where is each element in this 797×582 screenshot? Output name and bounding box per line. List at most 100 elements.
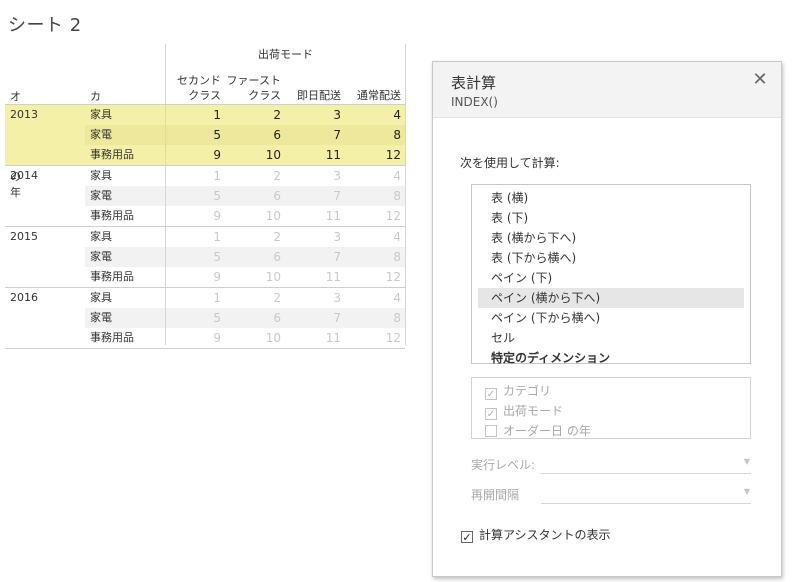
year-block: 2016 家具 1 2 3 4 家電 5 6 7 8 事務用品 9 10 11 12 — [5, 287, 405, 349]
table-cell[interactable]: 11 — [285, 206, 345, 226]
compute-option[interactable]: 表 (横から下へ) — [478, 228, 744, 248]
table-cell[interactable]: 5 — [166, 186, 225, 206]
table-right-border — [405, 44, 406, 345]
table-cell[interactable]: 6 — [225, 247, 285, 267]
category-label[interactable]: 家具 — [85, 105, 165, 125]
table-cell[interactable]: 2 — [225, 105, 285, 125]
compute-option[interactable]: ペイン (下) — [478, 268, 744, 288]
compute-option[interactable]: セル — [478, 328, 744, 348]
dimension-item[interactable]: オーダー日 の年 — [472, 421, 750, 441]
category-label[interactable]: 事務用品 — [85, 267, 165, 287]
table-cell[interactable]: 2 — [225, 227, 285, 247]
table-cell[interactable]: 7 — [285, 125, 345, 145]
table-cell[interactable]: 11 — [285, 328, 345, 348]
table-cell[interactable]: 5 — [166, 308, 225, 328]
table-cell[interactable]: 4 — [345, 288, 405, 308]
compute-option[interactable]: 特定のディメンション — [478, 348, 744, 368]
checkbox-unchecked-icon[interactable] — [485, 425, 497, 437]
table-cell[interactable]: 7 — [285, 186, 345, 206]
table-cell[interactable]: 6 — [225, 308, 285, 328]
table-cell[interactable]: 3 — [285, 166, 345, 186]
table-row: 事務用品 9 10 11 12 — [5, 267, 405, 287]
level-dropdown[interactable]: ▼ — [541, 454, 751, 474]
table-cell[interactable]: 10 — [225, 206, 285, 226]
table-cell[interactable]: 10 — [225, 145, 285, 165]
table-cell[interactable]: 3 — [285, 227, 345, 247]
table-cell[interactable]: 12 — [345, 206, 405, 226]
table-cell[interactable]: 4 — [345, 227, 405, 247]
category-label[interactable]: 事務用品 — [85, 328, 165, 348]
table-cell[interactable]: 11 — [285, 145, 345, 165]
table-row: 家電 5 6 7 8 — [5, 308, 405, 328]
compute-option[interactable]: ペイン (下から横へ) — [478, 308, 744, 328]
table-cell[interactable]: 9 — [166, 267, 225, 287]
table-row: 家電 5 6 7 8 — [5, 247, 405, 267]
category-label[interactable]: 家具 — [85, 288, 165, 308]
table-cell[interactable]: 1 — [166, 227, 225, 247]
table-cell[interactable]: 5 — [166, 125, 225, 145]
restart-row: 再開間隔 ▼ — [471, 484, 751, 506]
category-label[interactable]: 家電 — [85, 125, 165, 145]
table-cell[interactable]: 10 — [225, 267, 285, 287]
category-label[interactable]: 家具 — [85, 166, 165, 186]
compute-option[interactable]: 表 (下) — [478, 208, 744, 228]
table-row: 事務用品 9 10 11 12 — [5, 328, 405, 348]
table-cell[interactable]: 12 — [345, 328, 405, 348]
table-cell[interactable]: 8 — [345, 186, 405, 206]
table-cell[interactable]: 10 — [225, 328, 285, 348]
year-block: 2014 家具 1 2 3 4 家電 5 6 7 8 事務用品 9 10 11 12 — [5, 165, 405, 226]
table-cell[interactable]: 7 — [285, 247, 345, 267]
table-row: 家電 5 6 7 8 — [5, 125, 405, 145]
dimension-label: 出荷モード — [503, 404, 564, 418]
compute-option[interactable]: ペイン (横から下へ) — [478, 288, 744, 308]
category-label[interactable]: 事務用品 — [85, 206, 165, 226]
table-cell[interactable]: 6 — [225, 186, 285, 206]
category-label[interactable]: 家電 — [85, 247, 165, 267]
dimension-item[interactable]: ✓ 出荷モード — [472, 401, 750, 421]
table-cell[interactable]: 11 — [285, 267, 345, 287]
table-cell[interactable]: 2 — [225, 166, 285, 186]
table-cell[interactable]: 1 — [166, 288, 225, 308]
category-label[interactable]: 家電 — [85, 186, 165, 206]
level-label: 実行レベル: — [471, 458, 536, 472]
dimension-item[interactable]: ✓ カテゴリ — [472, 381, 750, 401]
table-cell[interactable]: 9 — [166, 206, 225, 226]
table-cell[interactable]: 1 — [166, 105, 225, 125]
table-row: 事務用品 9 10 11 12 — [5, 145, 405, 165]
compute-option[interactable]: 表 (下から横へ) — [478, 248, 744, 268]
chevron-down-icon: ▼ — [743, 457, 750, 466]
dimension-checklist: ✓ カテゴリ ✓ 出荷モード オーダー日 の年 — [471, 377, 751, 439]
restart-dropdown[interactable]: ▼ — [541, 484, 751, 504]
table-cell[interactable]: 3 — [285, 105, 345, 125]
table-cell[interactable]: 4 — [345, 105, 405, 125]
table-cell[interactable]: 5 — [166, 247, 225, 267]
table-cell[interactable]: 12 — [345, 267, 405, 287]
table-cell[interactable]: 8 — [345, 247, 405, 267]
category-label[interactable]: 事務用品 — [85, 145, 165, 165]
table-cell[interactable]: 4 — [345, 166, 405, 186]
table-cell[interactable]: 3 — [285, 288, 345, 308]
category-label[interactable]: 家具 — [85, 227, 165, 247]
table-cell[interactable]: 8 — [345, 308, 405, 328]
compute-option[interactable]: 表 (横) — [478, 188, 744, 208]
show-assistant-checkbox[interactable]: ✓ — [461, 531, 473, 543]
table-cell[interactable]: 1 — [166, 166, 225, 186]
table-cell[interactable]: 2 — [225, 288, 285, 308]
checkbox-checked-icon[interactable]: ✓ — [485, 388, 497, 400]
checkbox-checked-icon[interactable]: ✓ — [485, 408, 497, 420]
table-cell[interactable]: 12 — [345, 145, 405, 165]
column-group-header: 出荷モード — [258, 48, 313, 61]
table-cell[interactable]: 7 — [285, 308, 345, 328]
restart-label: 再開間隔 — [471, 488, 520, 502]
table-cell[interactable]: 9 — [166, 328, 225, 348]
table-calculation-dialog: 表計算 INDEX() ✕ 次を使用して計算: 表 (横) 表 (下) 表 (横から… — [432, 61, 782, 577]
compute-using-listbox[interactable]: 表 (横) 表 (下) 表 (横から下へ) 表 (下から横へ) ペイン (下) ペイン (… — [471, 184, 751, 365]
show-assistant-label: 計算アシスタントの表示 — [479, 528, 611, 542]
level-row: 実行レベル: ▼ — [471, 454, 751, 476]
close-icon[interactable]: ✕ — [751, 71, 769, 89]
table-cell[interactable]: 8 — [345, 125, 405, 145]
category-label[interactable]: 家電 — [85, 308, 165, 328]
table-cell[interactable]: 6 — [225, 125, 285, 145]
show-assistant-option[interactable]: ✓ 計算アシスタントの表示 — [461, 526, 611, 543]
table-cell[interactable]: 9 — [166, 145, 225, 165]
